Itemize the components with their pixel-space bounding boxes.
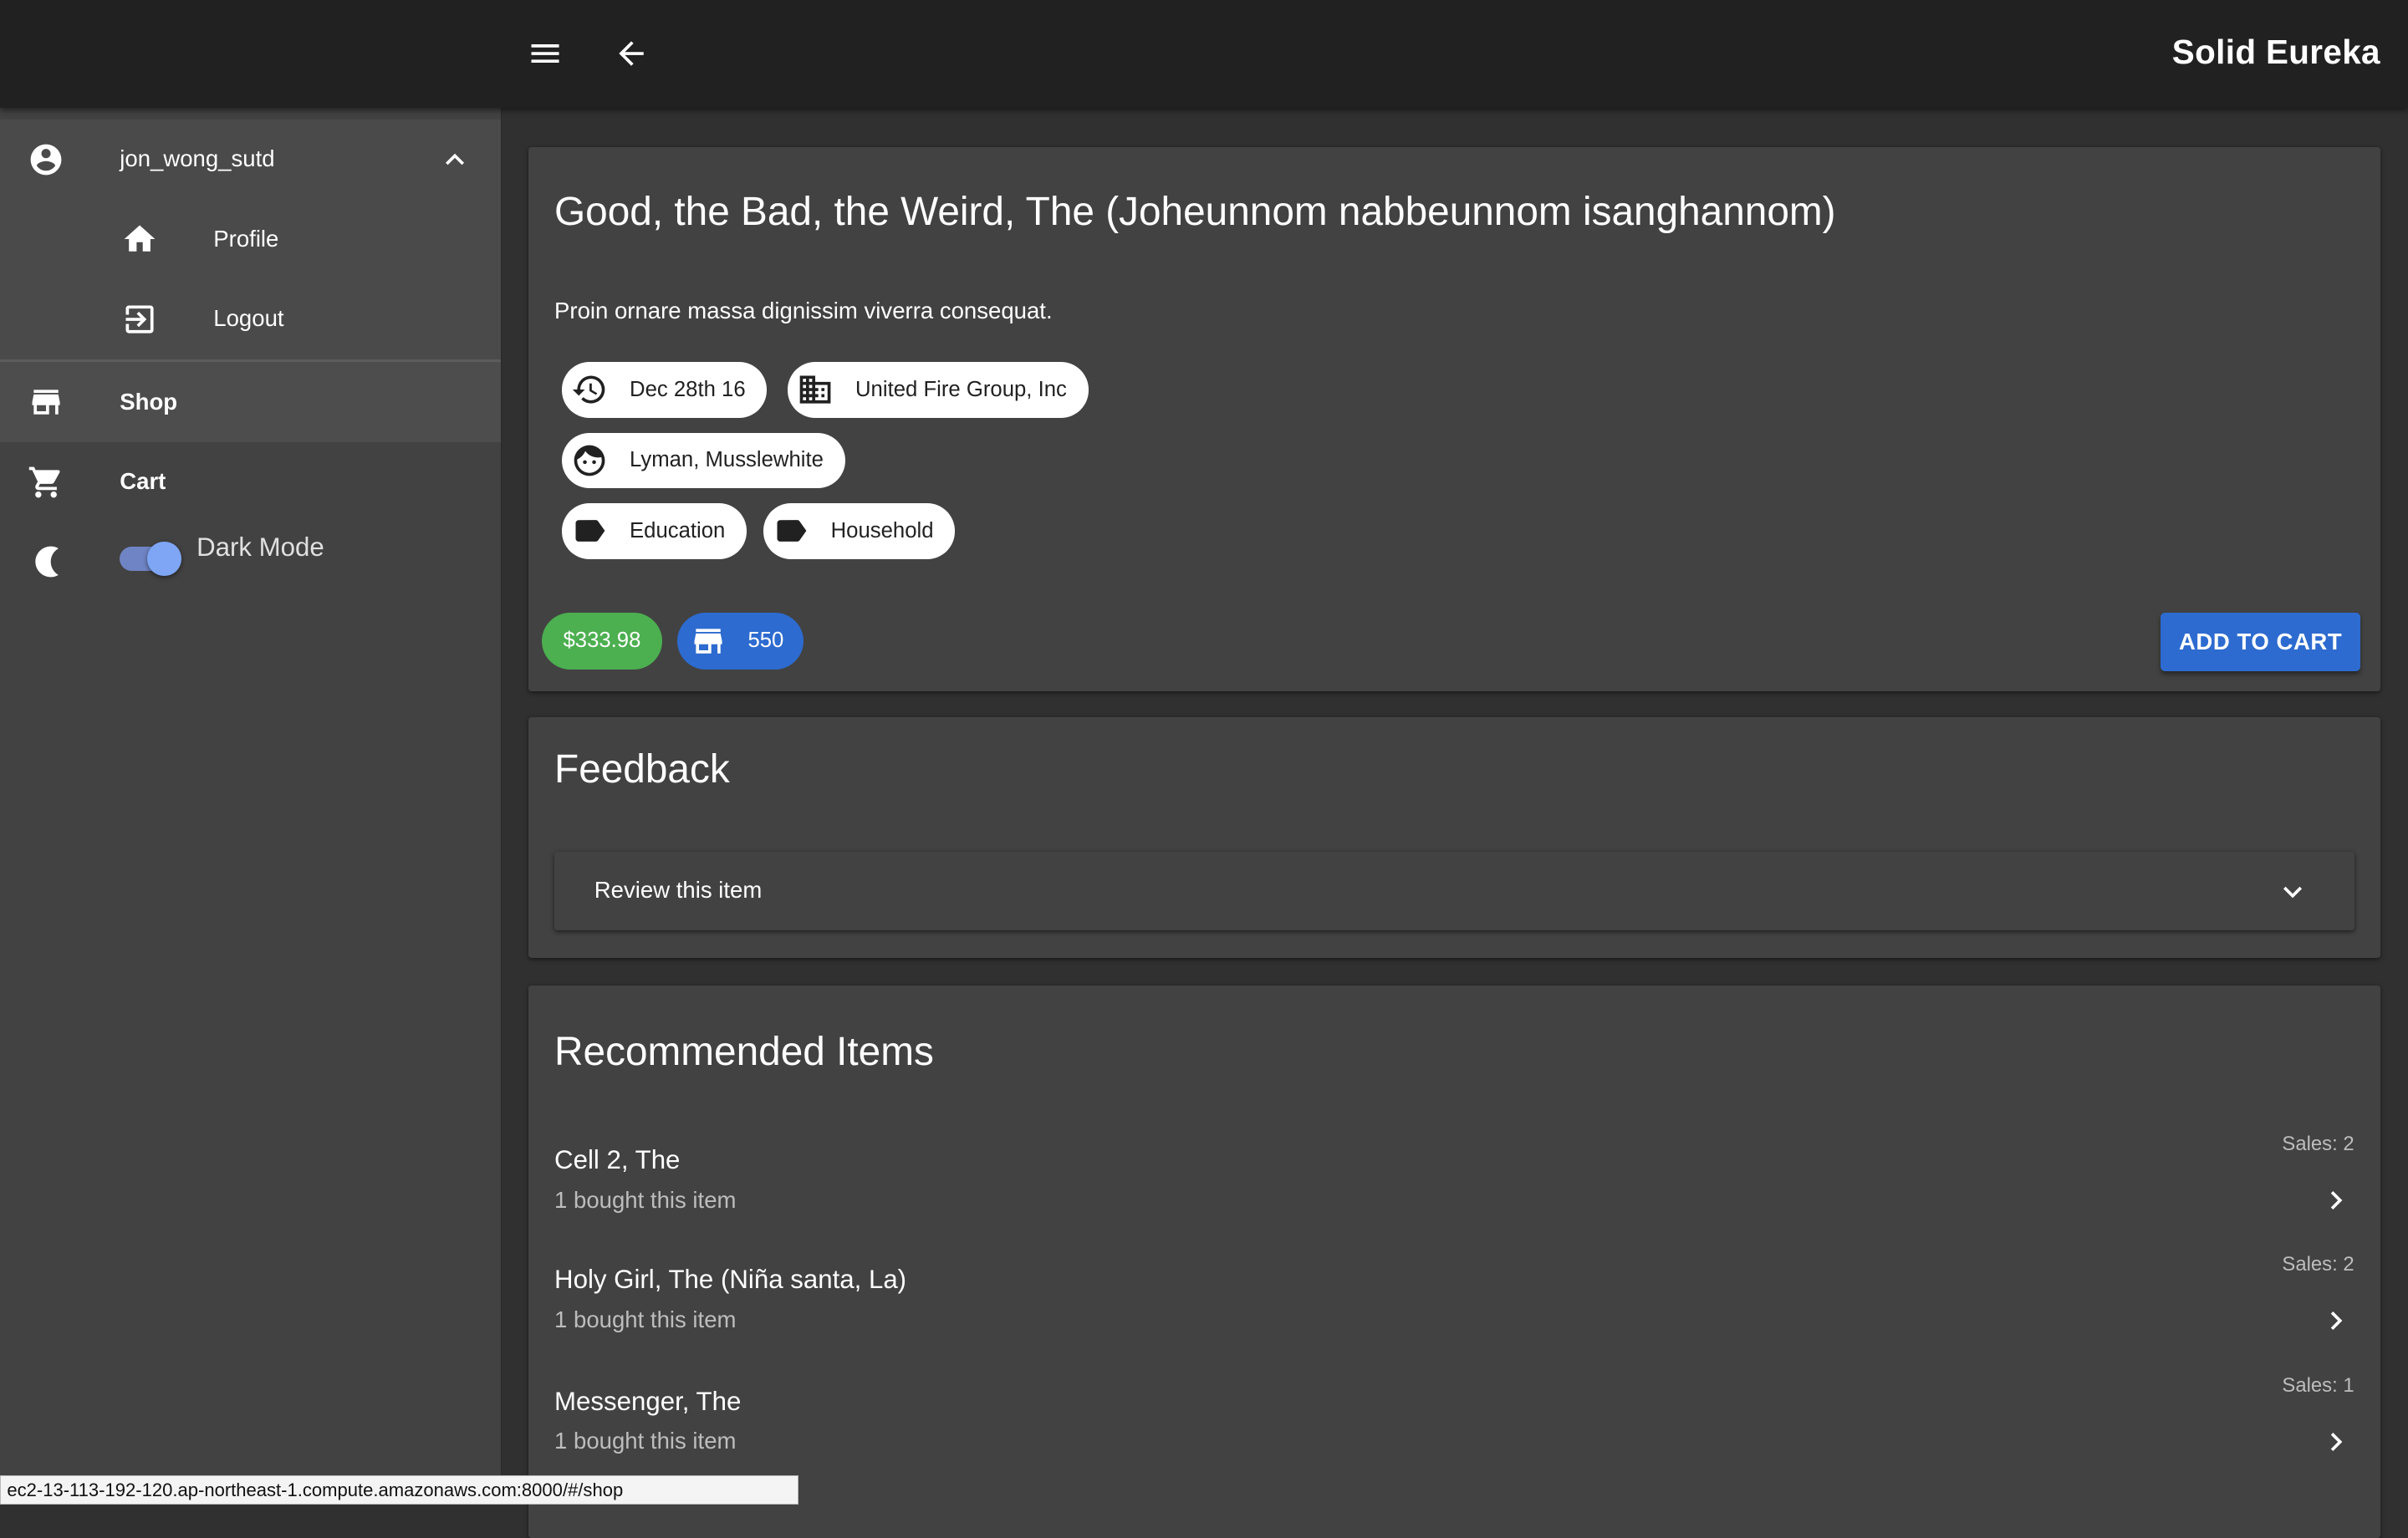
item-bought: 1 bought this item	[554, 1306, 737, 1332]
product-title: Good, the Bad, the Weird, The (Joheunnom…	[554, 189, 1836, 234]
feedback-title: Feedback	[554, 746, 730, 792]
product-description: Proin ornare massa dignissim viverra con…	[554, 298, 1053, 324]
label-icon	[773, 512, 809, 549]
people-chip[interactable]: Lyman, Musslewhite	[562, 432, 845, 489]
people-text: Lyman, Musslewhite	[630, 448, 824, 472]
company-text: United Fire Group, Inc	[855, 377, 1067, 401]
review-label: Review this item	[594, 876, 763, 903]
item-name: Cell 2, The	[554, 1145, 681, 1175]
company-chip[interactable]: United Fire Group, Inc	[788, 362, 1089, 418]
domain-icon	[797, 371, 834, 408]
item-sales: Sales: 2	[2282, 1133, 2354, 1156]
chevron-right-icon[interactable]	[2318, 1302, 2354, 1346]
user-menu-toggle[interactable]: jon_wong_sutd	[0, 120, 501, 200]
feedback-card: Feedback Review this item	[528, 716, 2380, 959]
price-chip: $333.98	[542, 612, 662, 670]
drawer-item-logout[interactable]: Logout	[0, 279, 501, 359]
app-bar: Solid Eureka	[0, 0, 2408, 108]
chevron-up-icon[interactable]	[436, 141, 473, 178]
store-icon	[690, 623, 727, 660]
cart-label: Cart	[120, 468, 166, 495]
menu-icon[interactable]	[527, 35, 564, 72]
profile-label: Profile	[213, 225, 279, 252]
app-title: Solid Eureka	[2171, 32, 2380, 71]
back-arrow-icon[interactable]	[613, 35, 650, 72]
label-icon	[571, 512, 608, 549]
drawer-item-shop[interactable]: Shop	[0, 362, 501, 442]
item-name: Holy Girl, The (Niña santa, La)	[554, 1265, 907, 1295]
chevron-right-icon[interactable]	[2318, 1182, 2354, 1225]
moon-icon	[29, 543, 66, 580]
tag-chip[interactable]: Household	[763, 503, 956, 559]
face-icon	[571, 442, 608, 479]
item-bought: 1 bought this item	[554, 1428, 737, 1454]
add-to-cart-button[interactable]: ADD TO CART	[2161, 612, 2360, 671]
toggle-knob	[147, 542, 181, 576]
drawer-item-cart[interactable]: Cart	[0, 442, 501, 522]
shop-label: Shop	[120, 388, 178, 415]
recommended-card: Recommended Items Cell 2, The 1 bought t…	[528, 985, 2380, 1538]
item-name: Messenger, The	[554, 1386, 742, 1416]
username-label: jon_wong_sutd	[120, 145, 275, 172]
dark-mode-toggle[interactable]	[120, 541, 181, 578]
list-item[interactable]: Messenger, The 1 bought this item Sales:…	[554, 1374, 2354, 1495]
chevron-down-icon	[2274, 873, 2311, 917]
date-text: Dec 28th 16	[630, 377, 746, 401]
item-sales: Sales: 1	[2282, 1373, 2354, 1397]
list-item[interactable]: Holy Girl, The (Niña santa, La) 1 bought…	[554, 1253, 2354, 1372]
nav-drawer: jon_wong_sutd Profile Logout Shop Cart D	[0, 107, 502, 1505]
stock-count: 550	[747, 629, 784, 653]
drawer-item-profile[interactable]: Profile	[0, 199, 501, 280]
home-icon	[121, 221, 158, 257]
tag-chip[interactable]: Education	[562, 503, 747, 559]
recommended-title: Recommended Items	[554, 1029, 934, 1074]
item-sales: Sales: 2	[2282, 1252, 2354, 1276]
tag-text: Education	[630, 518, 726, 542]
logout-icon	[121, 301, 158, 338]
list-item[interactable]: Cell 2, The 1 bought this item Sales: 2	[554, 1133, 2354, 1253]
chevron-right-icon[interactable]	[2318, 1423, 2354, 1467]
browser-status-url: ec2-13-113-192-120.ap-northeast-1.comput…	[0, 1475, 799, 1505]
account-circle-icon	[28, 141, 64, 178]
date-chip[interactable]: Dec 28th 16	[562, 362, 768, 418]
store-icon	[28, 384, 64, 420]
dark-mode-label: Dark Mode	[196, 532, 324, 563]
shopping-cart-icon	[28, 464, 64, 501]
review-expansion-panel[interactable]: Review this item	[554, 852, 2354, 931]
stock-chip: 550	[676, 612, 804, 670]
item-bought: 1 bought this item	[554, 1186, 737, 1213]
logout-label: Logout	[213, 305, 284, 332]
product-card: Good, the Bad, the Weird, The (Joheunnom…	[528, 147, 2380, 691]
history-icon	[571, 371, 608, 408]
tag-text: Household	[830, 518, 934, 542]
